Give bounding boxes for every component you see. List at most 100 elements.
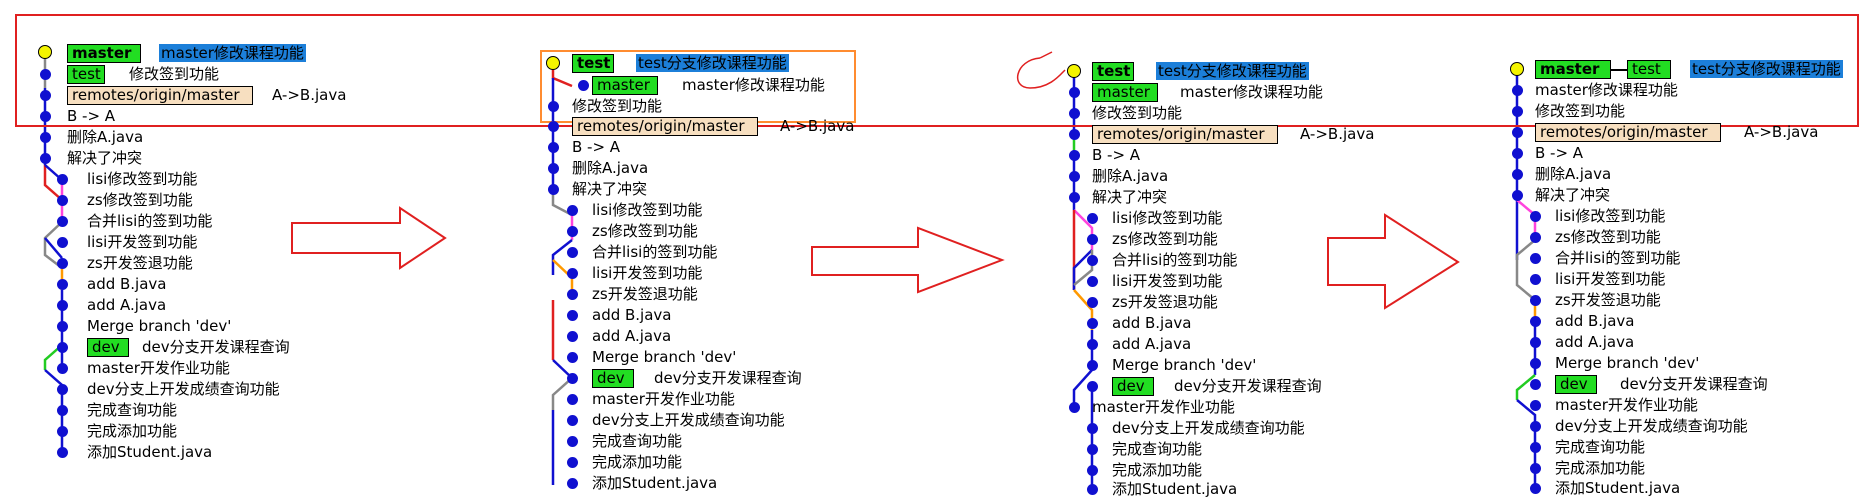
commit-dot[interactable]	[1512, 169, 1523, 180]
commit-message[interactable]: lisi开发签到功能	[592, 264, 702, 282]
commit-message[interactable]: master修改课程功能	[680, 76, 827, 94]
commit-message[interactable]: add A.java	[1555, 333, 1634, 351]
branch-tag-test[interactable]: test	[67, 65, 105, 84]
commit-message[interactable]: zs开发签退功能	[592, 285, 698, 303]
commit-message-selected[interactable]: test分支修改课程功能	[1690, 60, 1843, 78]
commit-dot[interactable]	[567, 226, 578, 237]
commit-dot[interactable]	[40, 69, 51, 80]
branch-tag-test[interactable]: test	[572, 54, 614, 73]
commit-dot[interactable]	[1530, 232, 1541, 243]
commit-message[interactable]: add A.java	[592, 327, 671, 345]
commit-message[interactable]: Merge branch 'dev'	[1555, 354, 1699, 372]
commit-message[interactable]: master修改课程功能	[1535, 81, 1678, 99]
commit-message[interactable]: add B.java	[1555, 312, 1635, 330]
commit-dot[interactable]	[1530, 400, 1541, 411]
commit-dot[interactable]	[1087, 484, 1098, 495]
commit-message[interactable]: B -> A	[1092, 146, 1140, 164]
commit-dot[interactable]	[1069, 150, 1080, 161]
commit-dot[interactable]	[1069, 402, 1080, 413]
commit-dot[interactable]	[57, 279, 68, 290]
commit-message[interactable]: 添加Student.java	[87, 443, 212, 461]
commit-dot[interactable]	[1512, 190, 1523, 201]
commit-dot[interactable]	[567, 352, 578, 363]
commit-message[interactable]: add A.java	[87, 296, 166, 314]
commit-message[interactable]: 删除A.java	[1535, 165, 1611, 183]
commit-dot[interactable]	[1530, 253, 1541, 264]
commit-dot[interactable]	[40, 153, 51, 164]
commit-message[interactable]: 添加Student.java	[1555, 479, 1680, 497]
commit-dot[interactable]	[567, 247, 578, 258]
commit-dot[interactable]	[1530, 463, 1541, 474]
commit-message[interactable]: Merge branch 'dev'	[87, 317, 231, 335]
commit-message[interactable]: master开发作业功能	[1555, 396, 1698, 414]
commit-message[interactable]: 修改签到功能	[127, 65, 221, 83]
branch-tag-master[interactable]: master	[592, 76, 658, 95]
remote-tag-origin-master[interactable]: remotes/origin/master	[67, 86, 253, 105]
commit-message[interactable]: 合并lisi的签到功能	[87, 212, 212, 230]
commit-dot[interactable]	[1512, 148, 1523, 159]
commit-dot[interactable]	[57, 363, 68, 374]
commit-message[interactable]: zs开发签退功能	[1555, 291, 1661, 309]
commit-message[interactable]: 完成添加功能	[87, 422, 177, 440]
commit-dot[interactable]	[578, 80, 589, 91]
commit-dot[interactable]	[57, 237, 68, 248]
commit-dot[interactable]	[1530, 337, 1541, 348]
branch-tag-master[interactable]: master	[67, 44, 141, 63]
commit-message[interactable]: 解决了冲突	[67, 149, 142, 167]
commit-message[interactable]: dev分支开发课程查询	[1618, 375, 1770, 393]
commit-dot[interactable]	[1530, 211, 1541, 222]
commit-dot[interactable]	[567, 268, 578, 279]
commit-message[interactable]: dev分支开发课程查询	[1172, 377, 1324, 395]
commit-message[interactable]: dev分支上开发成绩查询功能	[1555, 417, 1748, 435]
commit-message[interactable]: add A.java	[1112, 335, 1191, 353]
commit-message[interactable]: B -> A	[572, 138, 620, 156]
commit-message[interactable]: lisi修改签到功能	[87, 170, 197, 188]
commit-message[interactable]: B -> A	[1535, 144, 1583, 162]
commit-message[interactable]: 完成查询功能	[1555, 438, 1645, 456]
commit-message[interactable]: A->B.java	[1742, 123, 1820, 141]
commit-dot[interactable]	[548, 163, 559, 174]
commit-message[interactable]: zs开发签退功能	[87, 254, 193, 272]
commit-message[interactable]: A->B.java	[270, 86, 348, 104]
commit-dot[interactable]	[57, 195, 68, 206]
commit-dot[interactable]	[1087, 318, 1098, 329]
commit-message[interactable]: 完成查询功能	[592, 432, 682, 450]
commit-message[interactable]: A->B.java	[1298, 125, 1376, 143]
commit-message[interactable]: 完成添加功能	[1555, 459, 1645, 477]
branch-tag-test[interactable]: test	[1627, 60, 1671, 79]
commit-dot[interactable]	[1512, 127, 1523, 138]
commit-message[interactable]: add B.java	[87, 275, 167, 293]
commit-dot[interactable]	[548, 184, 559, 195]
commit-dot[interactable]	[40, 132, 51, 143]
commit-dot[interactable]	[57, 258, 68, 269]
commit-dot[interactable]	[1069, 87, 1080, 98]
commit-dot[interactable]	[567, 394, 578, 405]
commit-dot[interactable]	[567, 289, 578, 300]
commit-dot[interactable]	[1069, 171, 1080, 182]
commit-dot[interactable]	[57, 447, 68, 458]
commit-message[interactable]: 添加Student.java	[1112, 480, 1237, 498]
commit-message[interactable]: lisi开发签到功能	[1112, 272, 1222, 290]
commit-dot[interactable]	[1512, 106, 1523, 117]
commit-dot[interactable]	[40, 90, 51, 101]
commit-dot[interactable]	[1530, 295, 1541, 306]
branch-tag-master[interactable]: master	[1535, 60, 1611, 79]
commit-dot[interactable]	[1087, 423, 1098, 434]
commit-dot[interactable]	[1069, 192, 1080, 203]
commit-dot[interactable]	[1087, 381, 1098, 392]
head-commit-dot[interactable]	[1510, 62, 1524, 76]
commit-message[interactable]: zs修改签到功能	[87, 191, 193, 209]
remote-tag-origin-master[interactable]: remotes/origin/master	[572, 117, 758, 136]
commit-dot[interactable]	[1087, 213, 1098, 224]
commit-message[interactable]: 修改签到功能	[1092, 104, 1182, 122]
commit-dot[interactable]	[1069, 108, 1080, 119]
commit-message[interactable]: 完成添加功能	[592, 453, 682, 471]
commit-message[interactable]: 修改签到功能	[1535, 102, 1625, 120]
commit-message[interactable]: lisi修改签到功能	[1112, 209, 1222, 227]
commit-message[interactable]: B -> A	[67, 107, 115, 125]
commit-dot[interactable]	[548, 142, 559, 153]
commit-dot[interactable]	[1087, 297, 1098, 308]
commit-dot[interactable]	[57, 321, 68, 332]
commit-dot[interactable]	[567, 331, 578, 342]
commit-message-selected[interactable]: test分支修改课程功能	[636, 54, 789, 72]
